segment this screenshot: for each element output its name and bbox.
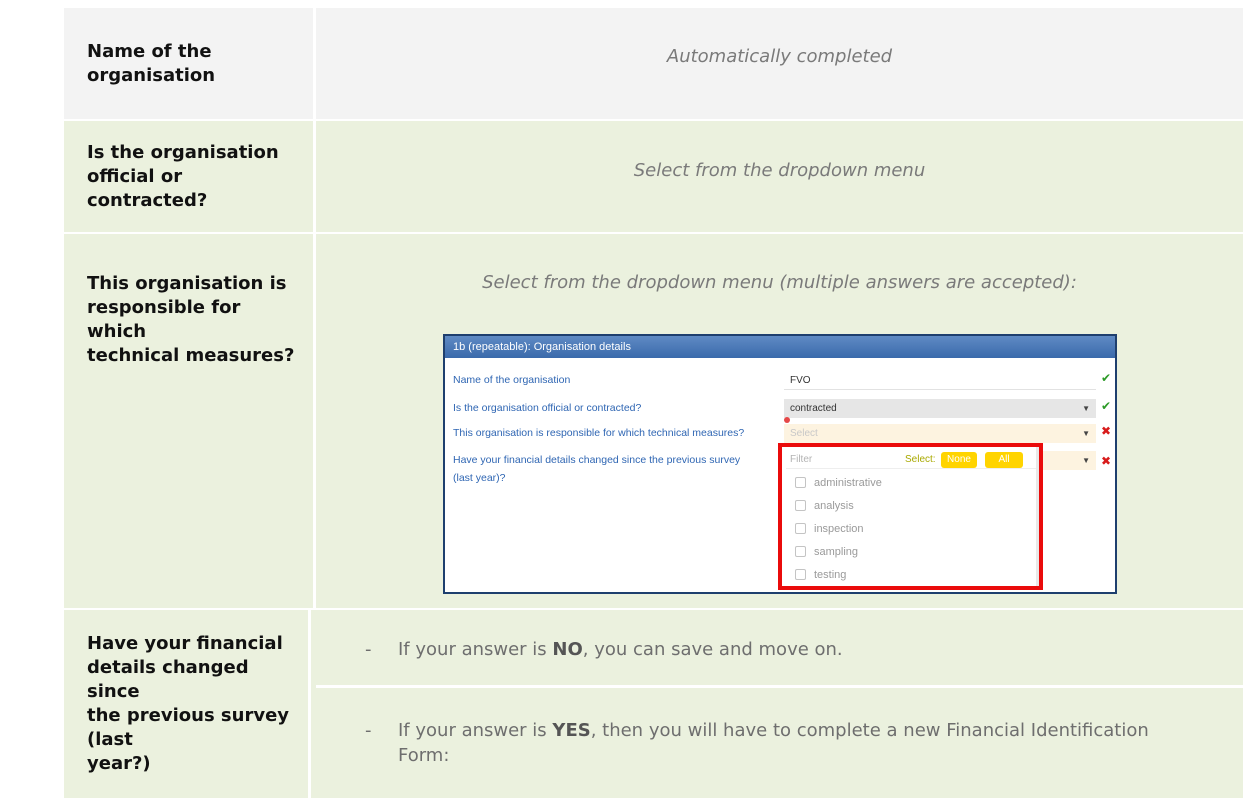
label-line: official or contracted? (87, 165, 208, 211)
column-divider (308, 610, 311, 798)
option-label: administrative (814, 476, 882, 489)
question-financial-details-cont: (last year)? (453, 472, 506, 484)
checkbox[interactable] (795, 477, 806, 488)
dropdown-scrollbar[interactable] (1036, 447, 1039, 586)
error-cross-icon: ✖ (1101, 424, 1112, 438)
caret-down-icon: ▼ (1082, 456, 1090, 465)
answer-no-keyword: NO (552, 639, 583, 660)
row-financial-details: Have your financial details changed sinc… (64, 610, 1243, 798)
option-analysis[interactable]: analysis (782, 494, 1032, 517)
value-official-contracted: Select from the dropdown menu (633, 160, 926, 181)
check-icon: ✔ (1101, 371, 1112, 385)
label-line: Name of the (87, 40, 212, 62)
official-contracted-select[interactable]: contracted ▼ (784, 399, 1096, 418)
select-all-button[interactable]: All (985, 452, 1023, 468)
label-line: Is the organisation (87, 141, 279, 163)
caret-down-icon: ▼ (1082, 404, 1090, 413)
option-testing[interactable]: testing (782, 563, 1032, 586)
checkbox[interactable] (795, 500, 806, 511)
label-technical-measures: This organisation is responsible for whi… (64, 234, 313, 608)
label-line: technical measures? (87, 345, 295, 366)
instruction-no: - If your answer is NO, you can save and… (316, 610, 1243, 684)
financial-instructions: - If your answer is NO, you can save and… (316, 610, 1243, 798)
question-official-contracted: Is the organisation official or contract… (453, 402, 642, 414)
embedded-form-screenshot: 1b (repeatable): Organisation details Na… (443, 334, 1117, 594)
label-line: organisation (87, 64, 216, 86)
label-line: the previous survey (last (87, 705, 290, 750)
option-label: inspection (814, 522, 864, 535)
row-organisation-name: Name of the organisation Automatically c… (64, 8, 1243, 119)
instruction-suffix: , you can save and move on. (582, 639, 843, 660)
dropdown-select-label: Select: (905, 454, 936, 465)
label-line: This organisation is (87, 273, 287, 294)
organisation-name-input[interactable]: FVO (784, 371, 1096, 390)
checkbox[interactable] (795, 546, 806, 557)
select-placeholder: Select (790, 428, 818, 439)
option-inspection[interactable]: inspection (782, 517, 1032, 540)
row-official-contracted: Is the organisation official or contract… (64, 121, 1243, 232)
value-organisation-name: Automatically completed (316, 8, 1243, 119)
instruction-yes: - If your answer is YES, then you will h… (316, 688, 1243, 798)
option-label: sampling (814, 545, 859, 558)
select-none-button[interactable]: None (941, 452, 977, 468)
technical-measures-dropdown: Filter Select: None All administrative a… (778, 443, 1043, 590)
option-administrative[interactable]: administrative (782, 471, 1032, 494)
dropdown-options: administrative analysis inspection sampl… (782, 471, 1032, 586)
form-section-header: 1b (repeatable): Organisation details (445, 336, 1115, 358)
instruction-yes-text: If your answer is YES, then you will hav… (398, 718, 1178, 768)
label-line: year?) (87, 753, 151, 774)
checkbox[interactable] (795, 569, 806, 580)
option-label: analysis (814, 499, 854, 512)
question-technical-measures: This organisation is responsible for whi… (453, 427, 745, 439)
bullet-dash: - (365, 639, 372, 660)
technical-measures-select[interactable]: Select ▼ (784, 424, 1096, 443)
bullet-dash: - (365, 720, 372, 741)
label-financial-details: Have your financial details changed sinc… (64, 610, 308, 798)
label-line: responsible for which (87, 297, 241, 342)
caret-down-icon: ▼ (1082, 429, 1090, 438)
option-sampling[interactable]: sampling (782, 540, 1032, 563)
label-official-contracted: Is the organisation official or contract… (64, 121, 313, 232)
answer-yes-keyword: YES (552, 720, 591, 741)
label-line: Have your financial (87, 633, 283, 654)
required-dot-icon (784, 417, 790, 423)
instruction-no-text: If your answer is NO, you can save and m… (398, 637, 843, 662)
question-financial-details: Have your financial details changed sinc… (453, 454, 741, 466)
error-cross-icon: ✖ (1101, 454, 1112, 468)
option-label: testing (814, 568, 847, 581)
checkbox[interactable] (795, 523, 806, 534)
form-guide-table: Name of the organisation Automatically c… (0, 0, 1243, 798)
selected-value: contracted (790, 403, 837, 414)
instruction-prefix: If your answer is (398, 639, 553, 660)
label-organisation-name: Name of the organisation (64, 8, 313, 119)
instruction-prefix: If your answer is (398, 720, 553, 741)
check-icon: ✔ (1101, 399, 1112, 413)
question-organisation-name: Name of the organisation (453, 374, 571, 386)
label-line: details changed since (87, 657, 249, 702)
